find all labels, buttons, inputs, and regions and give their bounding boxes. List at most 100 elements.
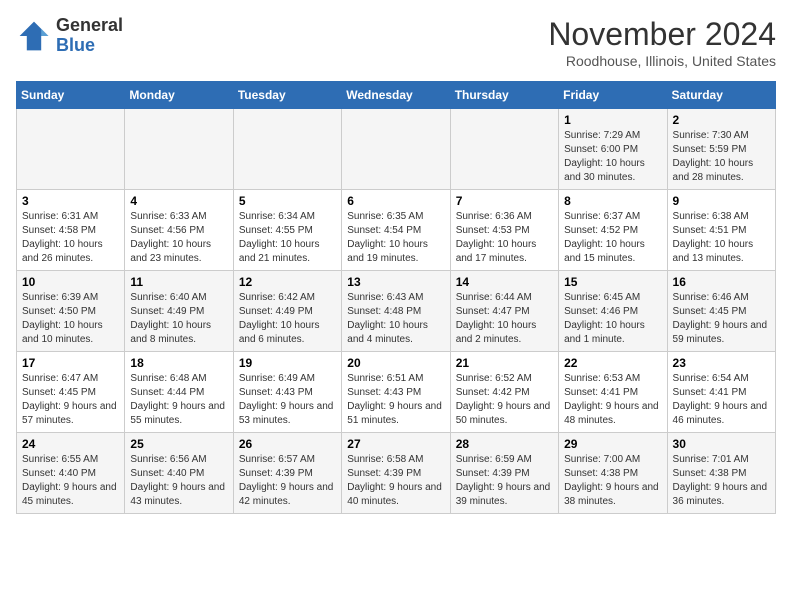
day-number: 16: [673, 275, 770, 289]
day-number: 3: [22, 194, 119, 208]
day-number: 12: [239, 275, 336, 289]
day-detail: Sunrise: 6:39 AM Sunset: 4:50 PM Dayligh…: [22, 291, 119, 347]
day-cell: 7 Sunrise: 6:36 AM Sunset: 4:53 PM Daylig…: [450, 190, 558, 271]
day-header-sunday: Sunday: [17, 82, 125, 109]
day-number: 8: [564, 194, 661, 208]
day-header-thursday: Thursday: [450, 82, 558, 109]
day-cell: 14 Sunrise: 6:44 AM Sunset: 4:47 PM Dayli…: [450, 271, 558, 352]
day-cell: [342, 109, 450, 190]
day-detail: Sunrise: 7:00 AM Sunset: 4:38 PM Dayligh…: [564, 453, 661, 509]
header-row: SundayMondayTuesdayWednesdayThursdayFrid…: [17, 82, 776, 109]
day-number: 25: [130, 437, 227, 451]
day-detail: Sunrise: 6:56 AM Sunset: 4:40 PM Dayligh…: [130, 453, 227, 509]
day-number: 13: [347, 275, 444, 289]
day-header-saturday: Saturday: [667, 82, 775, 109]
day-cell: 24 Sunrise: 6:55 AM Sunset: 4:40 PM Dayli…: [17, 433, 125, 514]
day-cell: 9Sunrise: 6:38 AM Sunset: 4:51 PM Daylig…: [667, 190, 775, 271]
day-cell: 1 Sunrise: 7:29 AM Sunset: 6:00 PM Daylig…: [559, 109, 667, 190]
day-detail: Sunrise: 6:55 AM Sunset: 4:40 PM Dayligh…: [22, 453, 119, 509]
day-cell: [125, 109, 233, 190]
day-number: 22: [564, 356, 661, 370]
calendar-table: SundayMondayTuesdayWednesdayThursdayFrid…: [16, 81, 776, 514]
day-number: 26: [239, 437, 336, 451]
logo-icon: [16, 18, 52, 54]
day-number: 10: [22, 275, 119, 289]
day-cell: 13 Sunrise: 6:43 AM Sunset: 4:48 PM Dayli…: [342, 271, 450, 352]
day-number: 6: [347, 194, 444, 208]
day-number: 20: [347, 356, 444, 370]
logo: General Blue: [16, 16, 123, 56]
day-detail: Sunrise: 6:57 AM Sunset: 4:39 PM Dayligh…: [239, 453, 336, 509]
day-detail: Sunrise: 7:29 AM Sunset: 6:00 PM Dayligh…: [564, 129, 661, 185]
title-area: November 2024 Roodhouse, Illinois, Unite…: [548, 16, 776, 69]
day-cell: 12 Sunrise: 6:42 AM Sunset: 4:49 PM Dayli…: [233, 271, 341, 352]
day-cell: 23 Sunrise: 6:54 AM Sunset: 4:41 PM Dayli…: [667, 352, 775, 433]
day-detail: Sunrise: 6:36 AM Sunset: 4:53 PM Dayligh…: [456, 210, 553, 266]
day-cell: 4 Sunrise: 6:33 AM Sunset: 4:56 PM Daylig…: [125, 190, 233, 271]
day-detail: Sunrise: 7:30 AM Sunset: 5:59 PM Dayligh…: [673, 129, 770, 185]
week-row-2: 3 Sunrise: 6:31 AM Sunset: 4:58 PM Daylig…: [17, 190, 776, 271]
day-number: 14: [456, 275, 553, 289]
day-detail: Sunrise: 6:52 AM Sunset: 4:42 PM Dayligh…: [456, 372, 553, 428]
day-number: 17: [22, 356, 119, 370]
week-row-5: 24 Sunrise: 6:55 AM Sunset: 4:40 PM Dayli…: [17, 433, 776, 514]
day-detail: Sunrise: 6:53 AM Sunset: 4:41 PM Dayligh…: [564, 372, 661, 428]
day-detail: Sunrise: 6:42 AM Sunset: 4:49 PM Dayligh…: [239, 291, 336, 347]
day-detail: Sunrise: 6:49 AM Sunset: 4:43 PM Dayligh…: [239, 372, 336, 428]
day-cell: [233, 109, 341, 190]
day-detail: Sunrise: 6:37 AM Sunset: 4:52 PM Dayligh…: [564, 210, 661, 266]
day-number: 9: [673, 194, 770, 208]
day-number: 2: [673, 113, 770, 127]
location: Roodhouse, Illinois, United States: [548, 53, 776, 69]
day-cell: 3 Sunrise: 6:31 AM Sunset: 4:58 PM Daylig…: [17, 190, 125, 271]
day-number: 19: [239, 356, 336, 370]
day-number: 23: [673, 356, 770, 370]
day-number: 30: [673, 437, 770, 451]
day-cell: [17, 109, 125, 190]
day-cell: 25 Sunrise: 6:56 AM Sunset: 4:40 PM Dayli…: [125, 433, 233, 514]
day-cell: 29Sunrise: 7:00 AM Sunset: 4:38 PM Dayli…: [559, 433, 667, 514]
day-number: 11: [130, 275, 227, 289]
day-detail: Sunrise: 6:46 AM Sunset: 4:45 PM Dayligh…: [673, 291, 770, 347]
day-detail: Sunrise: 6:51 AM Sunset: 4:43 PM Dayligh…: [347, 372, 444, 428]
day-cell: 11Sunrise: 6:40 AM Sunset: 4:49 PM Dayli…: [125, 271, 233, 352]
day-header-monday: Monday: [125, 82, 233, 109]
day-number: 27: [347, 437, 444, 451]
day-cell: 8 Sunrise: 6:37 AM Sunset: 4:52 PM Daylig…: [559, 190, 667, 271]
day-detail: Sunrise: 6:58 AM Sunset: 4:39 PM Dayligh…: [347, 453, 444, 509]
week-row-3: 10 Sunrise: 6:39 AM Sunset: 4:50 PM Dayli…: [17, 271, 776, 352]
day-detail: Sunrise: 6:34 AM Sunset: 4:55 PM Dayligh…: [239, 210, 336, 266]
day-detail: Sunrise: 6:43 AM Sunset: 4:48 PM Dayligh…: [347, 291, 444, 347]
day-detail: Sunrise: 6:54 AM Sunset: 4:41 PM Dayligh…: [673, 372, 770, 428]
day-detail: Sunrise: 6:48 AM Sunset: 4:44 PM Dayligh…: [130, 372, 227, 428]
day-cell: 30Sunrise: 7:01 AM Sunset: 4:38 PM Dayli…: [667, 433, 775, 514]
day-cell: 28Sunrise: 6:59 AM Sunset: 4:39 PM Dayli…: [450, 433, 558, 514]
day-number: 21: [456, 356, 553, 370]
day-header-friday: Friday: [559, 82, 667, 109]
week-row-4: 17 Sunrise: 6:47 AM Sunset: 4:45 PM Dayli…: [17, 352, 776, 433]
day-number: 24: [22, 437, 119, 451]
day-header-wednesday: Wednesday: [342, 82, 450, 109]
week-row-1: 1 Sunrise: 7:29 AM Sunset: 6:00 PM Daylig…: [17, 109, 776, 190]
day-detail: Sunrise: 6:59 AM Sunset: 4:39 PM Dayligh…: [456, 453, 553, 509]
day-cell: 10 Sunrise: 6:39 AM Sunset: 4:50 PM Dayli…: [17, 271, 125, 352]
day-cell: 21 Sunrise: 6:52 AM Sunset: 4:42 PM Dayli…: [450, 352, 558, 433]
day-header-tuesday: Tuesday: [233, 82, 341, 109]
day-number: 7: [456, 194, 553, 208]
day-detail: Sunrise: 6:45 AM Sunset: 4:46 PM Dayligh…: [564, 291, 661, 347]
day-number: 4: [130, 194, 227, 208]
day-cell: 5Sunrise: 6:34 AM Sunset: 4:55 PM Daylig…: [233, 190, 341, 271]
day-cell: 17 Sunrise: 6:47 AM Sunset: 4:45 PM Dayli…: [17, 352, 125, 433]
month-title: November 2024: [548, 16, 776, 53]
day-cell: 19 Sunrise: 6:49 AM Sunset: 4:43 PM Dayli…: [233, 352, 341, 433]
day-detail: Sunrise: 6:35 AM Sunset: 4:54 PM Dayligh…: [347, 210, 444, 266]
day-cell: 16 Sunrise: 6:46 AM Sunset: 4:45 PM Dayli…: [667, 271, 775, 352]
day-detail: Sunrise: 6:44 AM Sunset: 4:47 PM Dayligh…: [456, 291, 553, 347]
day-detail: Sunrise: 6:31 AM Sunset: 4:58 PM Dayligh…: [22, 210, 119, 266]
day-cell: [450, 109, 558, 190]
day-detail: Sunrise: 6:33 AM Sunset: 4:56 PM Dayligh…: [130, 210, 227, 266]
day-number: 1: [564, 113, 661, 127]
day-detail: Sunrise: 6:47 AM Sunset: 4:45 PM Dayligh…: [22, 372, 119, 428]
day-cell: 18Sunrise: 6:48 AM Sunset: 4:44 PM Dayli…: [125, 352, 233, 433]
day-cell: 2 Sunrise: 7:30 AM Sunset: 5:59 PM Daylig…: [667, 109, 775, 190]
